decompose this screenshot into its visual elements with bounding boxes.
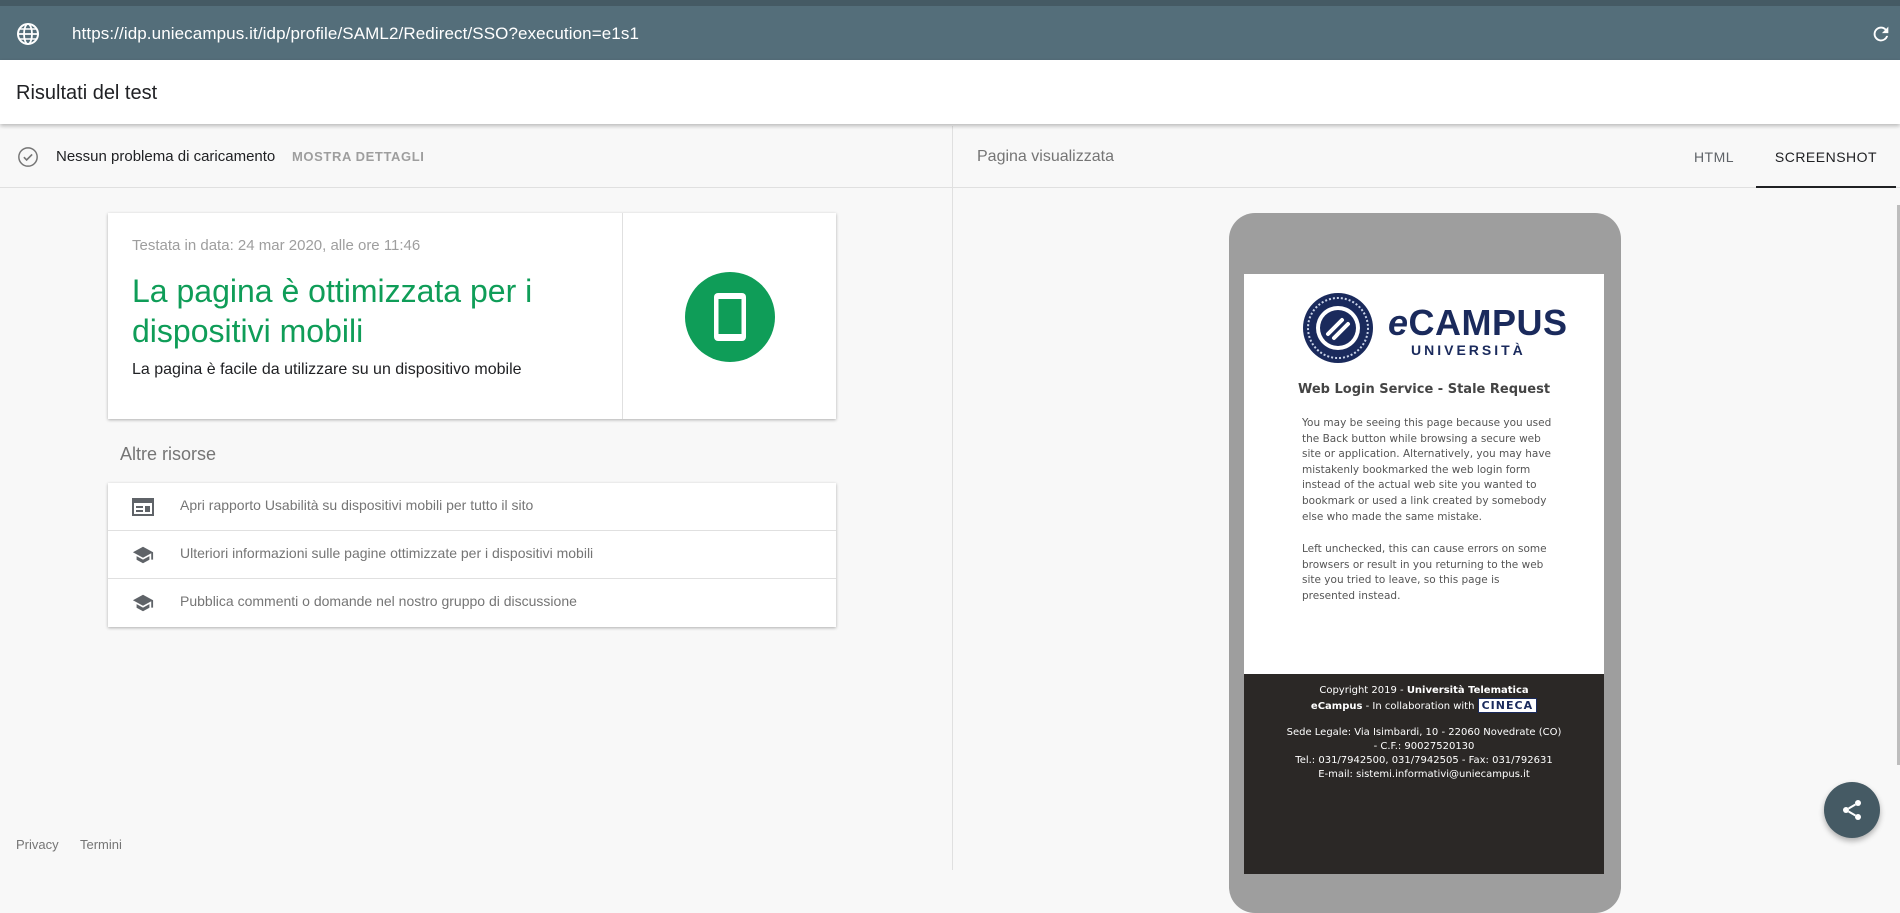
page-title: Risultati del test [16, 82, 158, 104]
resource-usability-report[interactable]: Apri rapporto Usabilità su dispositivi m… [108, 483, 836, 531]
result-card: Testata in data: 24 mar 2020, alle ore 1… [108, 213, 836, 419]
rendered-page-label: Pagina visualizzata [977, 148, 1114, 165]
panel-divider [952, 126, 953, 870]
tab-screenshot[interactable]: SCREENSHOT [1756, 126, 1896, 188]
preview-paragraph-1: You may be seeing this page because you … [1302, 417, 1552, 523]
browser-url-bar: https://idp.uniecampus.it/idp/profile/SA… [0, 0, 1900, 60]
url-text[interactable]: https://idp.uniecampus.it/idp/profile/SA… [72, 24, 639, 44]
mobile-friendly-icon [685, 272, 775, 362]
resource-label: Apri rapporto Usabilità su dispositivi m… [180, 497, 534, 513]
globe-icon [17, 23, 39, 45]
loading-status-text: Nessun problema di caricamento [56, 148, 276, 165]
brand-subtitle: UNIVERSITÀ [1411, 342, 1526, 358]
more-resources-title: Altre risorse [120, 444, 217, 464]
resource-discussion-group[interactable]: Pubblica commenti o domande nel nostro g… [108, 579, 836, 627]
preview-title: Web Login Service - Stale Request [1297, 382, 1551, 397]
page-screenshot: eCAMPUS UNIVERSITÀ Web Login Service - S… [1244, 274, 1604, 874]
school-icon [132, 594, 154, 612]
resource-label: Pubblica commenti o domande nel nostro g… [180, 593, 577, 609]
check-circle-icon [18, 147, 38, 167]
resource-label: Ulteriori informazioni sulle pagine otti… [180, 545, 594, 561]
web-report-icon [132, 498, 154, 516]
share-icon [1843, 800, 1861, 820]
preview-copyright: Copyright 2019 - Università Telematica e… [1264, 684, 1584, 714]
result-headline: La pagina è ottimizzata per i dispositiv… [132, 273, 533, 349]
cineca-logo: CINECA [1477, 698, 1538, 713]
preview-address: Sede Legale: Via Isimbardi, 10 - 22060 N… [1286, 727, 1562, 780]
university-seal-icon [1303, 293, 1373, 363]
preview-footer: Copyright 2019 - Università Telematica e… [1244, 674, 1604, 874]
rendered-page-header: Pagina visualizzata HTML SCREENSHOT [953, 126, 1900, 188]
share-button[interactable] [1824, 782, 1880, 838]
title-bar: Risultati del test [0, 60, 1900, 124]
test-date: Testata in data: 24 mar 2020, alle ore 1… [132, 237, 421, 254]
card-divider [622, 213, 623, 419]
loading-status-bar: Nessun problema di caricamento MOSTRA DE… [0, 126, 952, 188]
tab-html[interactable]: HTML [1673, 126, 1755, 188]
show-details-button[interactable]: MOSTRA DETTAGLI [292, 149, 425, 164]
resources-list: Apri rapporto Usabilità su dispositivi m… [108, 483, 836, 627]
brand-name: eCAMPUS [1388, 302, 1568, 343]
reload-icon[interactable] [1870, 23, 1892, 45]
terms-link[interactable]: Termini [80, 837, 122, 852]
preview-paragraph-2: Left unchecked, this can cause errors on… [1302, 543, 1547, 602]
ecampus-logo: eCAMPUS UNIVERSITÀ [1302, 292, 1567, 366]
school-icon [132, 546, 154, 564]
resource-learn-more[interactable]: Ulteriori informazioni sulle pagine otti… [108, 531, 836, 579]
privacy-link[interactable]: Privacy [16, 837, 59, 852]
result-subtitle: La pagina è facile da utilizzare su un d… [132, 361, 522, 378]
